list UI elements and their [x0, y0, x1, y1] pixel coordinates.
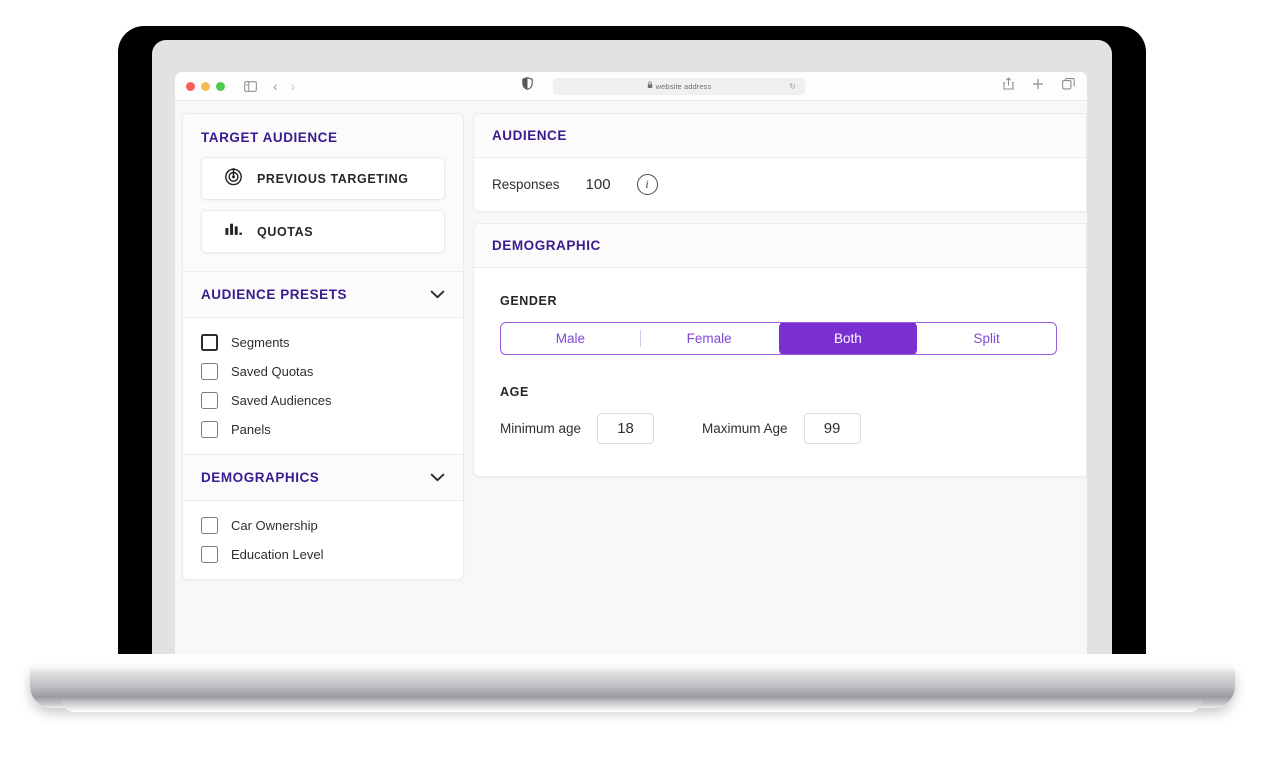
checkbox-panels[interactable] [201, 421, 218, 438]
minimum-age-input[interactable]: 18 [597, 413, 655, 444]
quotas-label: QUOTAS [257, 224, 314, 239]
sidebar-toggle-icon[interactable] [244, 80, 257, 92]
gender-option-male[interactable]: Male [501, 323, 640, 354]
quotas-button[interactable]: QUOTAS [201, 210, 445, 253]
address-bar[interactable]: website address ↻ [553, 77, 805, 95]
gender-option-both[interactable]: Both [778, 323, 918, 354]
info-icon[interactable]: i [636, 174, 658, 195]
gender-option-female[interactable]: Female [639, 323, 779, 354]
window-controls[interactable] [186, 81, 225, 91]
list-item[interactable]: Saved Audiences [183, 386, 463, 415]
lock-icon [647, 81, 653, 91]
responses-value: 100 [585, 176, 611, 193]
responses-label: Responses [492, 177, 560, 192]
toolbar-right-actions [1003, 77, 1075, 95]
responses-row: Responses 100 i [474, 158, 1086, 211]
laptop-mockup: ‹ › website address ↻ TARGET AUDIENCE PR… [0, 0, 1263, 757]
audience-presets-list: Segments Saved Quotas Saved Audiences Pa… [183, 318, 463, 455]
age-title: AGE [500, 385, 529, 399]
list-item-label: Education Level [231, 547, 324, 562]
age-row: Minimum age 18 Maximum Age 99 [500, 413, 1060, 444]
audience-card-header: AUDIENCE [474, 114, 1086, 158]
age-block: AGE Minimum age 18 Maximum Age 99 [500, 385, 1060, 444]
chevron-down-icon[interactable] [430, 288, 445, 301]
reload-icon[interactable]: ↻ [789, 82, 796, 91]
maximize-window-button[interactable] [216, 81, 225, 91]
gender-option-split[interactable]: Split [917, 323, 1056, 354]
list-item-label: Car Ownership [231, 518, 318, 533]
chevron-left-icon[interactable]: ‹ [273, 79, 278, 93]
demographic-card: DEMOGRAPHIC GENDER Male Female Both Spli… [473, 223, 1087, 477]
address-bar-content: website address [647, 81, 712, 91]
target-radar-icon [224, 167, 243, 191]
list-item[interactable]: Car Ownership [183, 511, 463, 540]
minimize-window-button[interactable] [201, 81, 210, 91]
address-bar-text: website address [655, 81, 712, 91]
audience-presets-title: AUDIENCE PRESETS [201, 287, 348, 302]
list-item[interactable]: Panels [183, 415, 463, 444]
maximum-age-input[interactable]: 99 [803, 413, 861, 444]
tab-overview-icon[interactable] [1062, 77, 1075, 95]
list-item-label: Saved Quotas [231, 364, 314, 379]
audience-card: AUDIENCE Responses 100 i [473, 113, 1087, 212]
demographics-list: Car Ownership Education Level [183, 501, 463, 579]
gender-segmented-control[interactable]: Male Female Both Split [500, 322, 1057, 355]
target-audience-sidebar: TARGET AUDIENCE PREVIOUS TARGETING QUOTA… [182, 113, 464, 580]
list-item-label: Panels [231, 422, 271, 437]
sidebar-section-demographics[interactable]: DEMOGRAPHICS [183, 455, 463, 501]
app-page: TARGET AUDIENCE PREVIOUS TARGETING QUOTA… [175, 101, 1087, 654]
checkbox-saved-quotas[interactable] [201, 363, 218, 380]
chevron-right-icon: › [290, 78, 296, 94]
checkbox-segments[interactable] [201, 334, 218, 351]
list-item[interactable]: Segments [183, 328, 463, 357]
previous-targeting-label: PREVIOUS TARGETING [257, 171, 409, 186]
privacy-shield-icon[interactable] [522, 77, 533, 95]
previous-targeting-button[interactable]: PREVIOUS TARGETING [201, 157, 445, 200]
list-item[interactable]: Education Level [183, 540, 463, 569]
checkbox-saved-audiences[interactable] [201, 392, 218, 409]
list-item-label: Segments [231, 335, 290, 350]
browser-window: ‹ › website address ↻ TARGET AUDIENCE PR… [175, 72, 1087, 654]
target-audience-section: TARGET AUDIENCE PREVIOUS TARGETING QUOTA… [183, 114, 463, 272]
gender-title: GENDER [500, 294, 558, 308]
main-content: AUDIENCE Responses 100 i DEMOGRAPHIC GEN… [473, 113, 1087, 654]
close-window-button[interactable] [186, 81, 195, 91]
checkbox-education-level[interactable] [201, 546, 218, 563]
list-item[interactable]: Saved Quotas [183, 357, 463, 386]
bar-chart-icon [224, 221, 243, 242]
share-icon[interactable] [1003, 77, 1014, 95]
demographic-card-header: DEMOGRAPHIC [474, 224, 1086, 268]
demographic-card-body: GENDER Male Female Both Split AGE Minimu… [474, 268, 1086, 476]
chevron-down-icon[interactable] [430, 471, 445, 484]
browser-toolbar: ‹ › website address ↻ [175, 72, 1087, 101]
sidebar-title: TARGET AUDIENCE [201, 130, 338, 145]
sidebar-section-audience-presets[interactable]: AUDIENCE PRESETS [183, 272, 463, 318]
demographics-title: DEMOGRAPHICS [201, 470, 320, 485]
laptop-base-shadow [62, 700, 1202, 712]
checkbox-car-ownership[interactable] [201, 517, 218, 534]
list-item-label: Saved Audiences [231, 393, 332, 408]
navigation-arrows[interactable]: ‹ › [273, 79, 295, 93]
minimum-age-label: Minimum age [500, 421, 582, 436]
plus-icon[interactable] [1032, 77, 1044, 95]
maximum-age-label: Maximum Age [702, 421, 788, 436]
